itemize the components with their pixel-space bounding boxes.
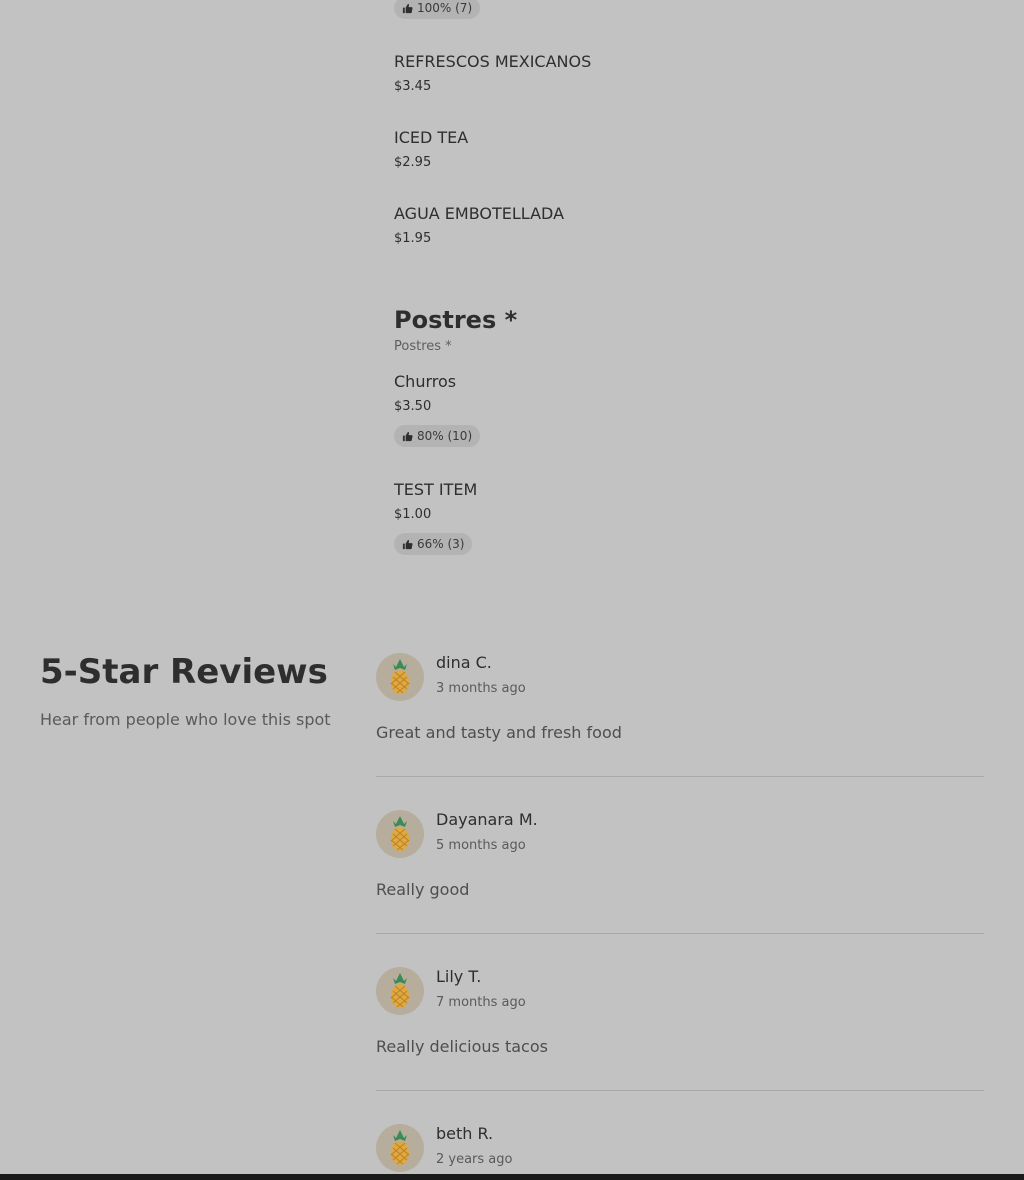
thumbs-up-icon — [402, 539, 413, 549]
thumbs-up-icon — [402, 431, 413, 441]
review-card: Dayanara M. 5 months ago Really good — [376, 810, 984, 967]
pineapple-icon — [390, 816, 410, 851]
thumbs-up-icon — [402, 3, 413, 13]
review-card: beth R. 2 years ago — [376, 1124, 984, 1174]
divider — [376, 933, 984, 934]
menu-item-name: AGUA EMBOTELLADA — [394, 204, 565, 223]
review-text: Really delicious tacos — [376, 1037, 548, 1056]
menu-item-price: $3.50 — [394, 399, 432, 414]
pineapple-icon — [390, 973, 410, 1008]
reviews-subtitle: Hear from people who love this spot — [40, 710, 331, 729]
bottom-bar — [0, 1174, 1024, 1180]
menu-item-name: TEST ITEM — [394, 480, 478, 499]
rating-badge: 100% (7) — [394, 0, 481, 19]
reviewer-name: beth R. — [436, 1124, 494, 1143]
avatar — [376, 810, 424, 858]
rating-badge: 80% (10) — [394, 425, 481, 447]
menu-item-name: REFRESCOS MEXICANOS — [394, 52, 592, 71]
menu-item-name: Churros — [394, 372, 457, 391]
avatar — [376, 1124, 424, 1172]
pineapple-icon — [390, 1130, 410, 1165]
review-card: dina C. 3 months ago Great and tasty and… — [376, 653, 984, 810]
review-time: 3 months ago — [436, 681, 526, 696]
reviews-title: 5-Star Reviews — [40, 652, 328, 692]
rating-badge-label: 80% (10) — [417, 429, 473, 443]
menu-item-name: ICED TEA — [394, 128, 469, 147]
review-text: Really good — [376, 880, 470, 899]
rating-badge-label: 100% (7) — [417, 1, 473, 15]
menu-item-price: $1.00 — [394, 507, 432, 522]
avatar — [376, 653, 424, 701]
rating-badge-label: 66% (3) — [417, 537, 465, 551]
avatar — [376, 967, 424, 1015]
pineapple-icon — [390, 659, 410, 694]
menu-item-price: $1.95 — [394, 231, 432, 246]
menu-item-price: $2.95 — [394, 155, 432, 170]
rating-badge: 66% (3) — [394, 533, 473, 555]
review-text: Great and tasty and fresh food — [376, 723, 622, 742]
review-card: Lily T. 7 months ago Really delicious ta… — [376, 967, 984, 1124]
review-time: 7 months ago — [436, 995, 526, 1010]
reviewer-name: Lily T. — [436, 967, 482, 986]
reviewer-name: Dayanara M. — [436, 810, 538, 829]
reviewer-name: dina C. — [436, 653, 492, 672]
review-time: 5 months ago — [436, 838, 526, 853]
section-title: Postres * — [394, 306, 518, 334]
divider — [376, 776, 984, 777]
review-time: 2 years ago — [436, 1152, 513, 1167]
menu-item-price: $3.45 — [394, 79, 432, 94]
section-subtitle: Postres * — [394, 339, 452, 354]
divider — [376, 1090, 984, 1091]
